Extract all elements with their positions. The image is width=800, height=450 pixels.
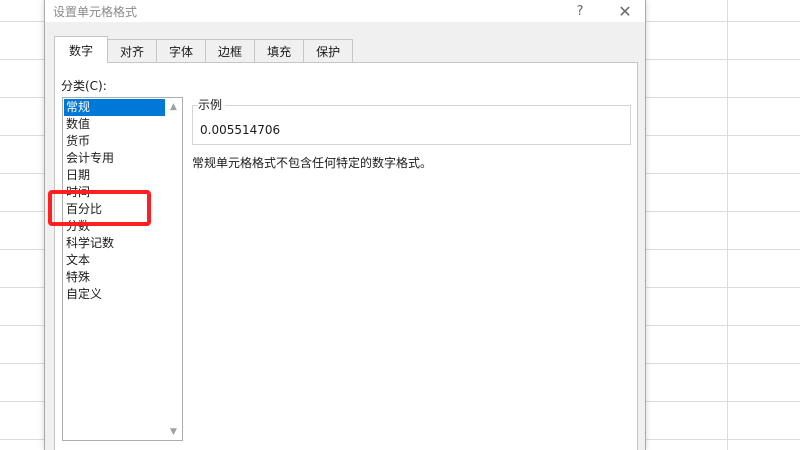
tab-bar: 数字 对齐 字体 边框 填充 保护 xyxy=(54,36,354,63)
spreadsheet-grid-left xyxy=(0,0,44,450)
scroll-down-arrow-icon[interactable]: ▼ xyxy=(165,423,182,440)
tab-protection[interactable]: 保护 xyxy=(303,39,354,63)
dialog-title: 设置单元格格式 xyxy=(53,5,138,19)
sample-legend: 示例 xyxy=(198,96,226,113)
category-listbox[interactable]: 常规 数值 货币 会计专用 日期 时间 百分比 分数 科学记数 文本 特殊 自定… xyxy=(62,97,183,441)
category-item-custom[interactable]: 自定义 xyxy=(64,286,167,303)
sample-value: 0.005514706 xyxy=(200,123,281,137)
help-icon[interactable]: ? xyxy=(565,0,595,22)
format-description: 常规单元格格式不包含任何特定的数字格式。 xyxy=(192,156,433,170)
close-icon[interactable]: ✕ xyxy=(610,0,640,22)
category-label: 分类(C): xyxy=(61,79,107,93)
dialog-titlebar: 设置单元格格式 ? ✕ xyxy=(45,0,645,22)
category-item-special[interactable]: 特殊 xyxy=(64,269,167,286)
percentage-highlight-box xyxy=(48,190,151,226)
tab-font[interactable]: 字体 xyxy=(156,39,207,63)
tab-fill[interactable]: 填充 xyxy=(254,39,305,63)
category-item-general[interactable]: 常规 xyxy=(64,99,167,116)
scroll-up-arrow-icon[interactable]: ▲ xyxy=(165,98,182,115)
tab-border[interactable]: 边框 xyxy=(205,39,256,63)
category-item-number[interactable]: 数值 xyxy=(64,116,167,133)
tab-alignment[interactable]: 对齐 xyxy=(107,39,158,63)
category-item-date[interactable]: 日期 xyxy=(64,167,167,184)
category-item-accounting[interactable]: 会计专用 xyxy=(64,150,167,167)
tab-number[interactable]: 数字 xyxy=(54,36,109,63)
number-tab-panel: 分类(C): 常规 数值 货币 会计专用 日期 时间 百分比 分数 科学记数 文… xyxy=(54,62,638,450)
category-item-currency[interactable]: 货币 xyxy=(64,133,167,150)
category-scrollbar[interactable]: ▲ ▼ xyxy=(165,98,182,440)
category-item-text[interactable]: 文本 xyxy=(64,252,167,269)
category-item-scientific[interactable]: 科学记数 xyxy=(64,235,167,252)
